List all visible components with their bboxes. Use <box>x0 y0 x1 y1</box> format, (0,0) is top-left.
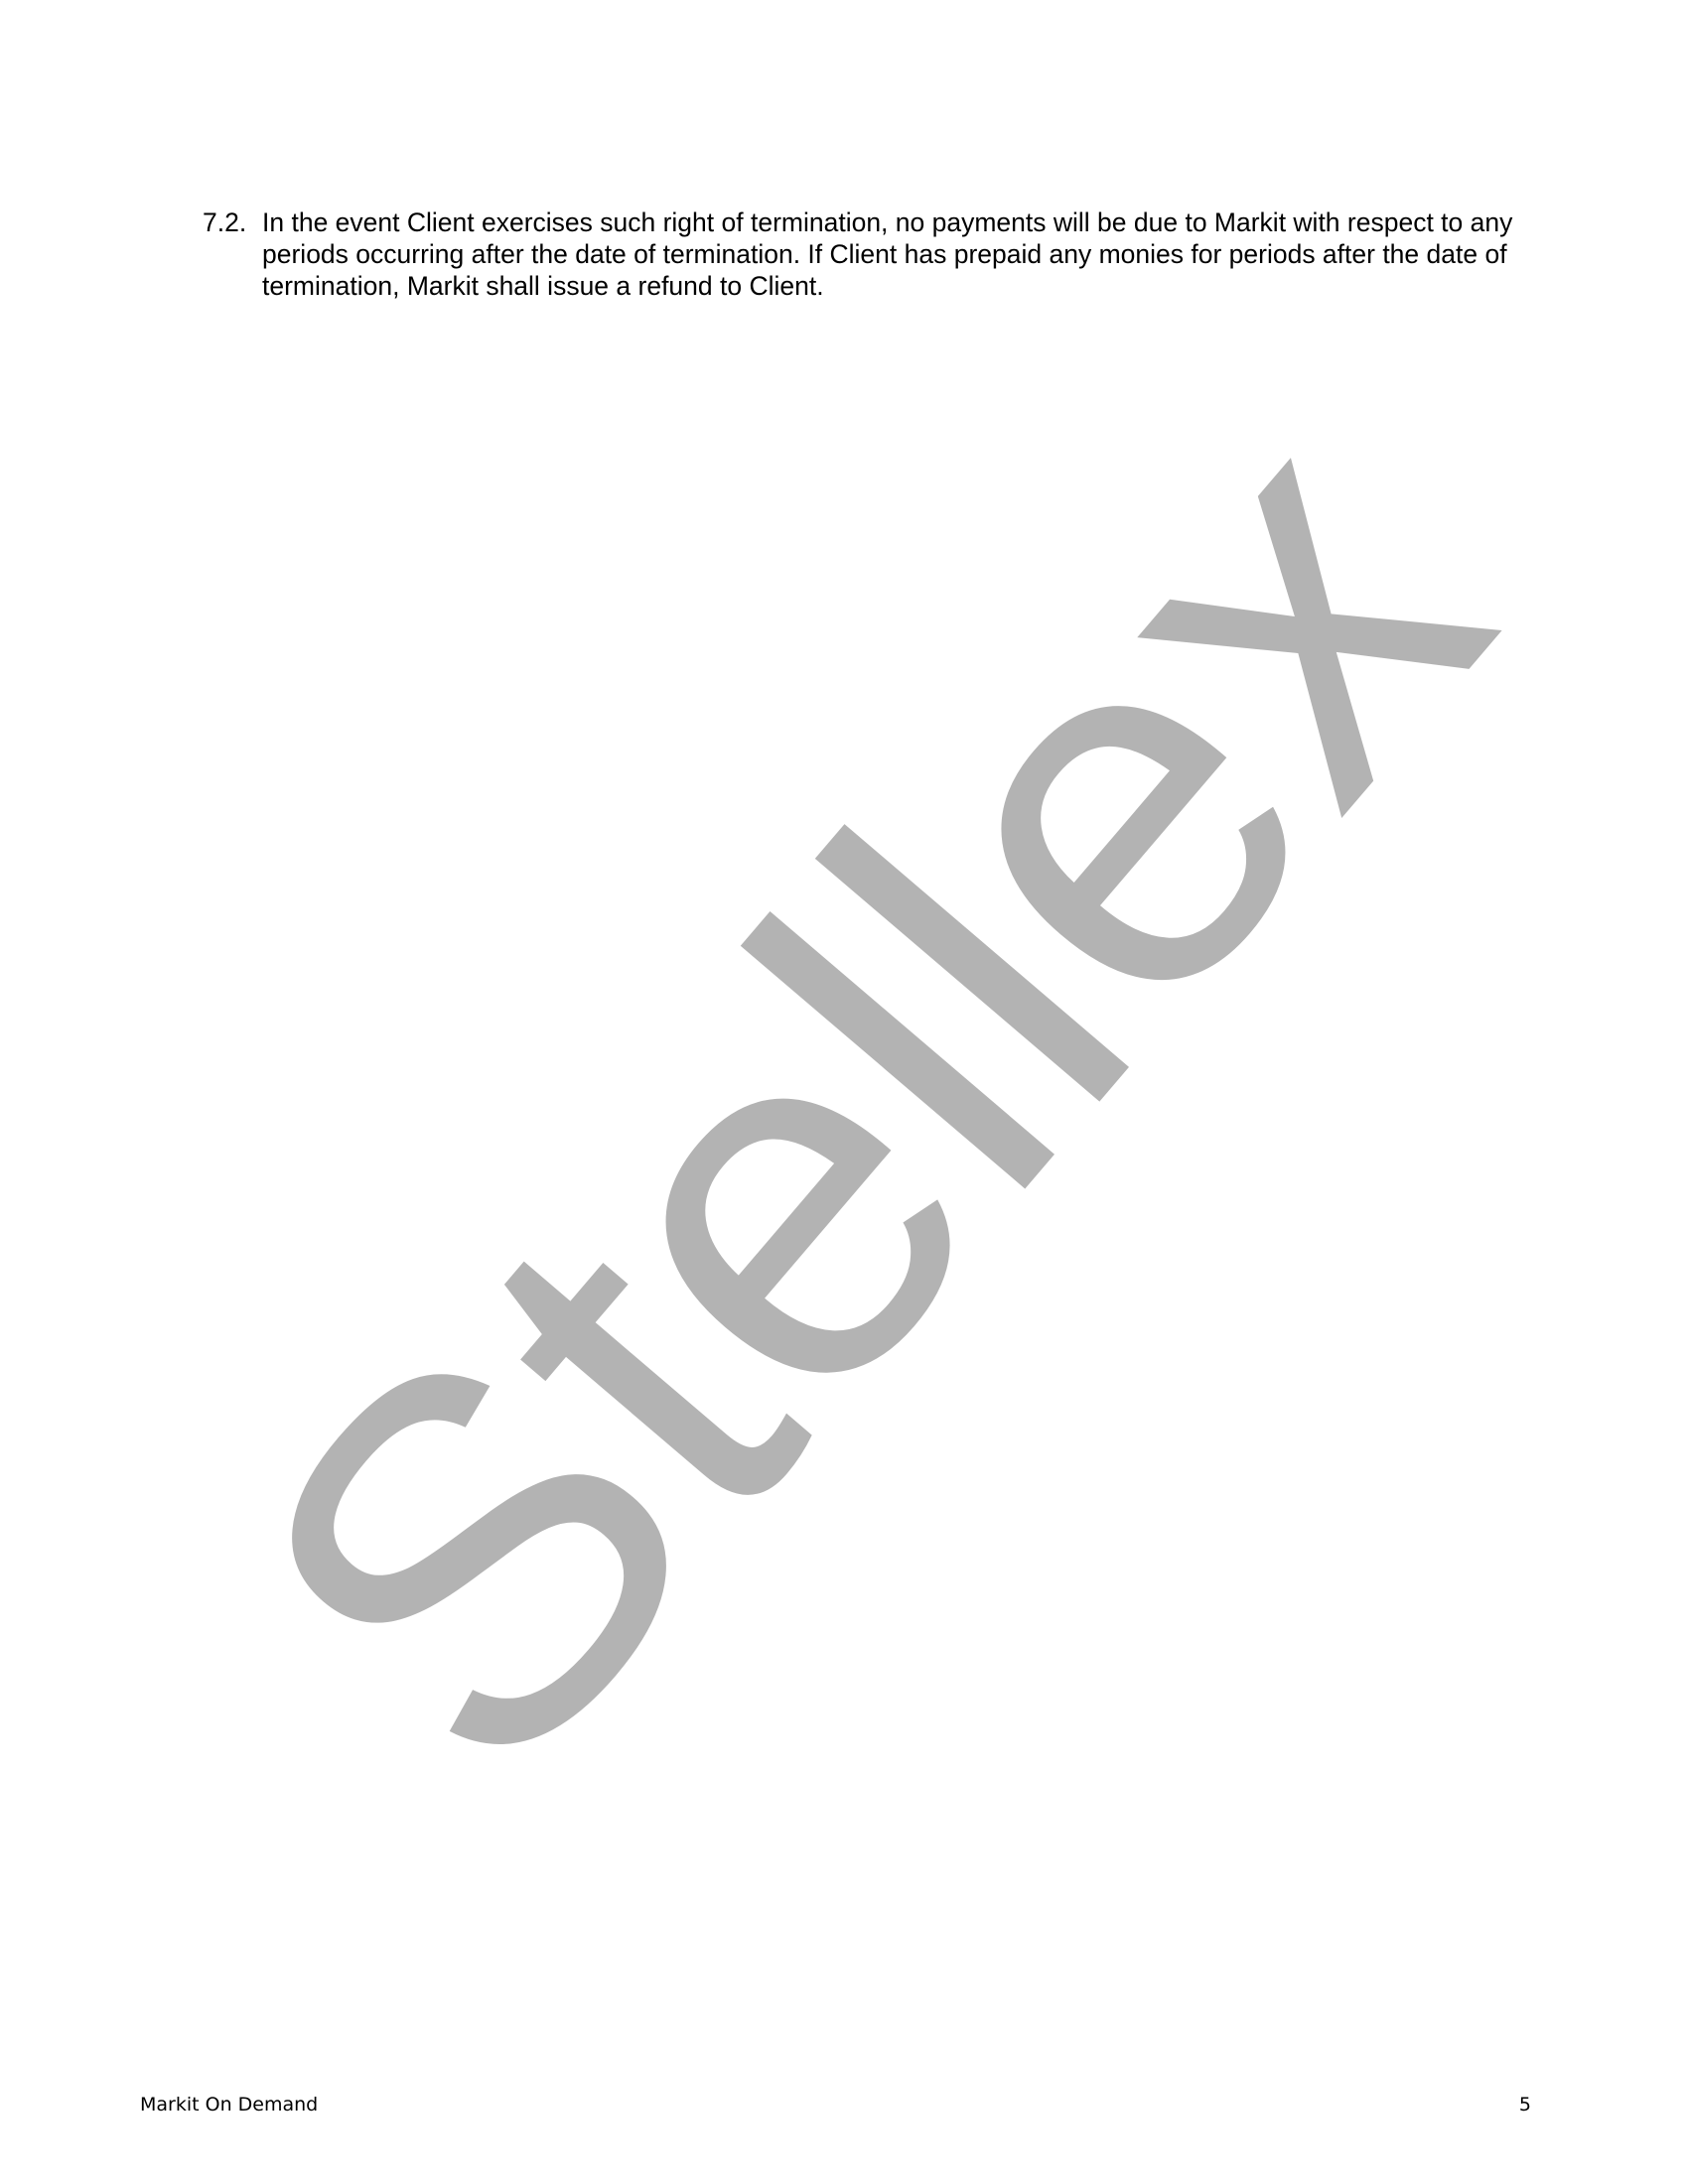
footer-page-number: 5 <box>1518 2094 1531 2116</box>
clause-text: In the event Client exercises such right… <box>262 207 1513 301</box>
watermark-text: Stellex <box>144 324 1589 1876</box>
clause-7-2: 7.2. In the event Client exercises such … <box>203 206 1523 302</box>
watermark: Stellex <box>144 324 1589 1876</box>
footer-document-title: Markit On Demand <box>140 2094 319 2116</box>
document-page: 7.2. In the event Client exercises such … <box>0 0 1688 2184</box>
clause-number: 7.2. <box>203 207 247 237</box>
